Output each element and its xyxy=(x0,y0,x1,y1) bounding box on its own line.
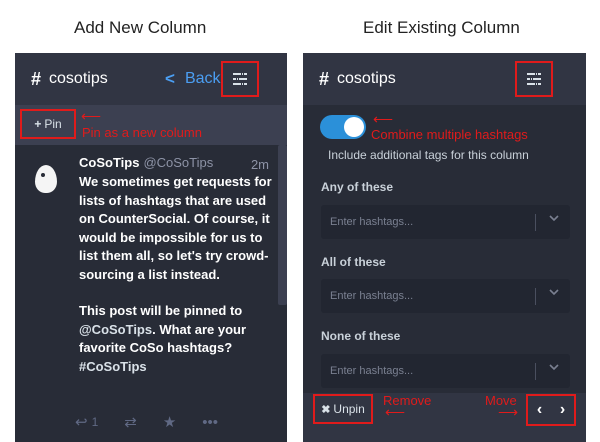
all-of-these-label: All of these xyxy=(321,255,386,269)
back-label: Back xyxy=(184,70,221,87)
hashtag-symbol: # xyxy=(31,68,42,89)
sliders-icon xyxy=(233,72,247,86)
column-settings-button[interactable] xyxy=(515,61,553,97)
back-button[interactable]: < Back xyxy=(165,69,221,89)
field-placeholder: Enter hashtags... xyxy=(330,365,414,377)
column-title: cosotips xyxy=(337,70,396,87)
pin-row: + Pin ⟵ Pin as a new column xyxy=(15,105,287,145)
post-paragraph-2: This post will be pinned to @CoSoTips. W… xyxy=(79,302,273,376)
field-placeholder: Enter hashtags... xyxy=(330,290,414,302)
none-of-these-input[interactable]: Enter hashtags... xyxy=(321,354,570,388)
add-column-panel: # cosotips < Back + Pin ⟵ Pin as a new c… xyxy=(15,53,287,442)
any-of-these-label: Any of these xyxy=(321,180,394,194)
boost-icon[interactable]: ⇄ xyxy=(124,413,137,431)
column-footer: ✖ Unpin Remove ⟵ Move ⟶ ‹ › xyxy=(303,393,586,442)
any-of-these-input[interactable]: Enter hashtags... xyxy=(321,205,570,239)
none-of-these-label: None of these xyxy=(321,329,401,343)
status-post[interactable]: CoSoTips @CoSoTips 2m We sometimes get r… xyxy=(15,145,287,376)
column-header: # cosotips xyxy=(303,53,586,105)
annotation-arrow-left-icon: ⟵ xyxy=(81,108,102,124)
chevron-down-icon[interactable] xyxy=(549,213,559,223)
unpin-button[interactable]: ✖ Unpin xyxy=(313,394,373,424)
caption-add-new-column: Add New Column xyxy=(74,18,207,37)
field-placeholder: Enter hashtags... xyxy=(330,216,414,228)
chevron-left-icon: < xyxy=(165,69,175,88)
mention-link[interactable]: @CoSoTips xyxy=(79,322,152,337)
pin-button[interactable]: + Pin xyxy=(20,109,76,139)
chevron-down-icon[interactable] xyxy=(549,287,559,297)
screenshot-root: Add New Column Edit Existing Column # co… xyxy=(0,0,600,442)
column-header: # cosotips < Back xyxy=(15,53,287,105)
close-icon: ✖ xyxy=(321,403,331,416)
combine-hashtags-toggle[interactable] xyxy=(320,115,366,139)
more-icon[interactable]: ••• xyxy=(202,414,218,431)
annotation-arrow-left-icon: ⟵ xyxy=(373,111,394,127)
caption-edit-existing-column: Edit Existing Column xyxy=(363,18,520,37)
edit-column-panel: # cosotips ⟵ Combine multiple hashtags I… xyxy=(303,53,586,442)
annotation-arrow-right-icon: ⟶ xyxy=(498,404,519,420)
chevron-down-icon[interactable] xyxy=(549,362,559,372)
column-title: cosotips xyxy=(49,70,108,87)
pin-annotation: Pin as a new column xyxy=(82,125,202,140)
avatar[interactable] xyxy=(35,165,57,193)
post-content: We sometimes get requests for lists of h… xyxy=(79,173,273,376)
move-left-button[interactable]: ‹ xyxy=(537,401,542,419)
toggle-annotation: Combine multiple hashtags xyxy=(371,127,528,142)
move-right-button[interactable]: › xyxy=(560,401,565,419)
column-settings-button[interactable] xyxy=(221,61,259,97)
annotation-arrow-left-icon: ⟵ xyxy=(385,404,406,420)
post-text: This post will be pinned to xyxy=(79,303,243,318)
hashtag-symbol: # xyxy=(319,68,330,89)
plus-icon: + xyxy=(34,117,42,131)
reply-count: 1 xyxy=(91,415,99,429)
post-timestamp[interactable]: 2m xyxy=(251,157,269,172)
sliders-icon xyxy=(527,72,541,86)
hashtag-link[interactable]: #CoSoTips xyxy=(79,359,147,374)
toggle-knob xyxy=(344,117,364,137)
post-paragraph-1: We sometimes get requests for lists of h… xyxy=(79,174,272,282)
star-icon[interactable]: ★ xyxy=(163,413,176,431)
all-of-these-input[interactable]: Enter hashtags... xyxy=(321,279,570,313)
toggle-description: Include additional tags for this column xyxy=(328,148,529,162)
unpin-label: Unpin xyxy=(333,402,365,416)
post-actions: ↩ 1 ⇄ ★ ••• xyxy=(75,413,244,432)
post-handle[interactable]: @CoSoTips xyxy=(143,155,213,170)
move-buttons: ‹ › xyxy=(526,394,576,426)
pin-label: Pin xyxy=(44,117,62,131)
reply-icon[interactable]: ↩ xyxy=(75,413,88,431)
post-display-name[interactable]: CoSoTips xyxy=(79,155,139,170)
